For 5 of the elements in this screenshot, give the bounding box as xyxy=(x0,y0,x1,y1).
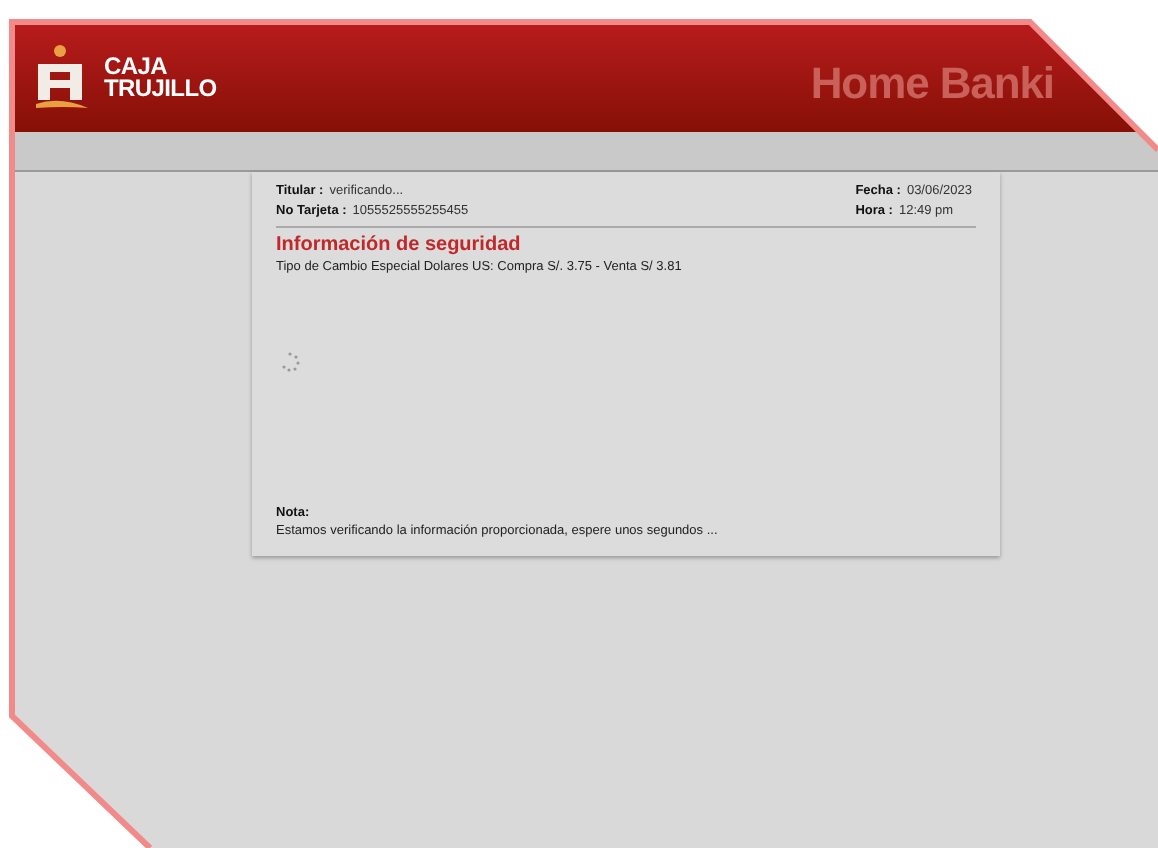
loading-spinner-icon xyxy=(280,352,300,372)
section-heading: Información de seguridad xyxy=(276,234,523,258)
logo-text: CAJA xyxy=(104,55,169,77)
home-banking-title: Home Banki xyxy=(810,59,1054,107)
logo-text: TRUJILLO xyxy=(104,77,217,99)
